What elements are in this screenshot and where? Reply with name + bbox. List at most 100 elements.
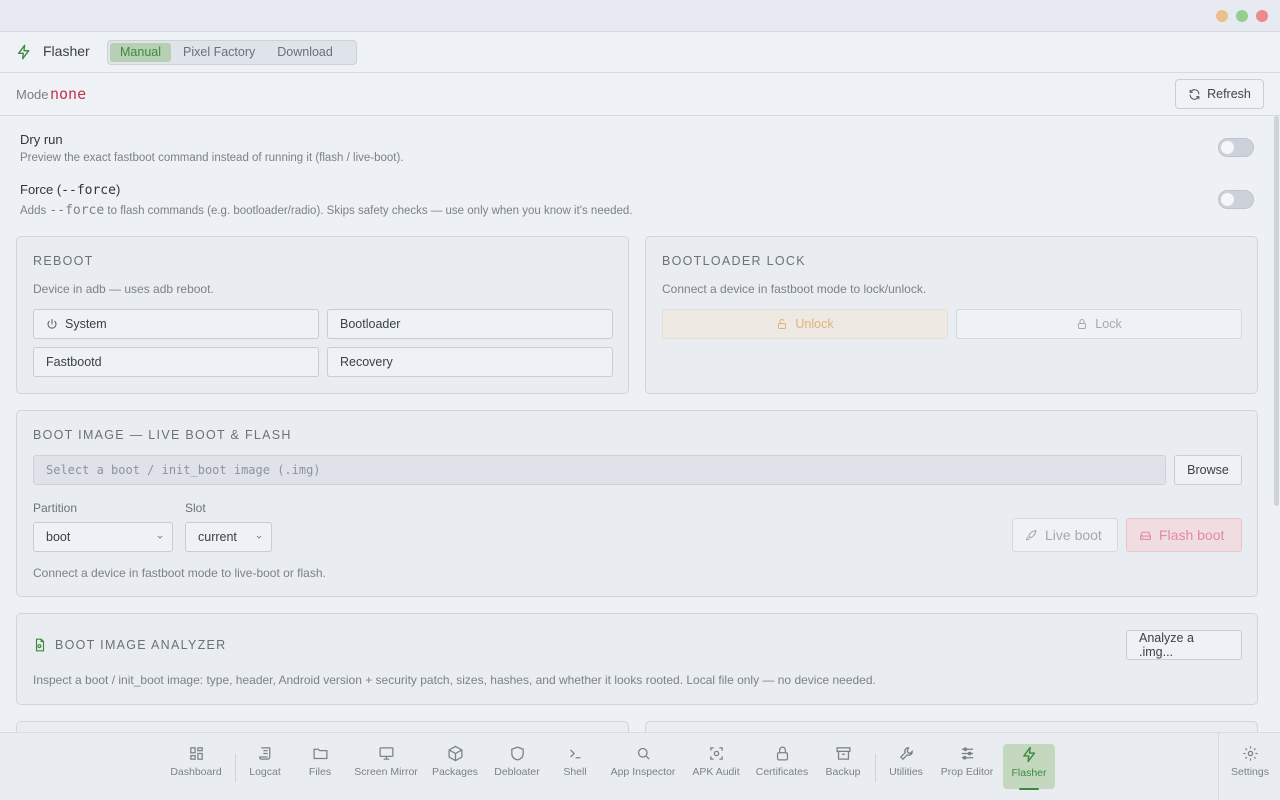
lock-icon: [776, 746, 788, 761]
vertical-scrollbar[interactable]: [1274, 116, 1279, 506]
scroll-icon: [258, 747, 270, 760]
slot-label: Slot: [185, 501, 206, 515]
cast-icon: [378, 747, 394, 760]
package-icon: [447, 745, 463, 762]
live-boot-button[interactable]: Live boot: [1012, 518, 1118, 552]
nav-label: Backup: [825, 766, 861, 778]
nav-label: Flasher: [1011, 767, 1047, 779]
reboot-fastbootd-label: Fastbootd: [46, 355, 102, 369]
nav-prop-editor[interactable]: Prop Editor: [941, 745, 993, 789]
bootloader-lock-title: BOOTLOADER LOCK: [662, 254, 806, 268]
nav-files[interactable]: Files: [306, 745, 334, 789]
nav-label: Utilities: [889, 766, 923, 778]
lock-label: Lock: [1095, 317, 1122, 331]
next-card-left: [16, 721, 629, 732]
nav-dashboard[interactable]: Dashboard: [170, 745, 222, 789]
nav-debloater[interactable]: Debloater: [494, 745, 540, 789]
nav-utilities[interactable]: Utilities: [888, 745, 924, 789]
mode-tabs: Manual Pixel Factory Download: [107, 40, 357, 65]
force-desc-suffix: to flash commands (e.g. bootloader/radio…: [104, 205, 633, 217]
nav-label: Prop Editor: [940, 766, 994, 778]
force-title-prefix: Force (: [20, 182, 62, 197]
dry-run-title: Dry run: [20, 132, 63, 147]
nav-apk-audit[interactable]: APK Audit: [692, 745, 740, 789]
close-button[interactable]: [1256, 10, 1268, 22]
bottom-nav: Dashboard Logcat Files Screen Mirror Pac…: [0, 732, 1280, 800]
dry-run-toggle[interactable]: [1218, 138, 1254, 157]
drive-icon: [1140, 531, 1151, 540]
nav-certificates[interactable]: Certificates: [756, 745, 808, 789]
boot-image-input[interactable]: Select a boot / init_boot image (.img): [33, 455, 1166, 485]
tab-download[interactable]: Download: [267, 43, 343, 62]
grid-icon: [189, 747, 203, 760]
boot-image-footer: Connect a device in fastboot mode to liv…: [33, 566, 326, 580]
nav-label: Logcat: [249, 766, 281, 778]
boot-image-title: BOOT IMAGE — LIVE BOOT & FLASH: [33, 428, 292, 442]
partition-label: Partition: [33, 501, 78, 515]
bootloader-lock-card: BOOTLOADER LOCK Connect a device in fast…: [645, 236, 1258, 394]
tab-pixel-factory[interactable]: Pixel Factory: [173, 43, 265, 62]
file-scan-icon: [35, 638, 45, 652]
minimize-button[interactable]: [1216, 10, 1228, 22]
nav-packages[interactable]: Packages: [431, 745, 479, 789]
slot-select[interactable]: current: [185, 522, 272, 552]
nav-label: Screen Mirror: [354, 766, 418, 778]
nav-backup[interactable]: Backup: [825, 745, 861, 789]
nav-divider: [875, 754, 876, 782]
reboot-title: REBOOT: [33, 254, 94, 268]
force-desc-code: --force: [49, 203, 105, 218]
flash-boot-button[interactable]: Flash boot: [1126, 518, 1242, 552]
partition-value: boot: [46, 530, 71, 544]
nav-screen-mirror[interactable]: Screen Mirror: [354, 745, 418, 789]
tab-manual[interactable]: Manual: [110, 43, 171, 62]
reboot-system-button[interactable]: System: [33, 309, 319, 339]
force-desc-prefix: Adds: [20, 205, 50, 217]
power-icon: [47, 319, 57, 329]
lock-button[interactable]: Lock: [956, 309, 1242, 339]
dry-run-row: Dry run Preview the exact fastboot comma…: [20, 132, 404, 164]
refresh-icon: [1189, 88, 1200, 100]
nav-app-inspector[interactable]: App Inspector: [610, 745, 676, 789]
archive-icon: [835, 747, 851, 760]
reboot-recovery-button[interactable]: Recovery: [327, 347, 613, 377]
active-indicator: [1019, 788, 1039, 790]
refresh-button[interactable]: Refresh: [1175, 79, 1264, 109]
settings-area: Settings: [1218, 733, 1280, 800]
maximize-button[interactable]: [1236, 10, 1248, 22]
lightning-icon: [1022, 746, 1035, 763]
main-content: Dry run Preview the exact fastboot comma…: [0, 116, 1280, 732]
slot-value: current: [198, 530, 237, 544]
force-toggle[interactable]: [1218, 190, 1254, 209]
wrench-icon: [899, 747, 913, 761]
unlock-icon: [778, 318, 787, 329]
reboot-card: REBOOT Device in adb — uses adb reboot. …: [16, 236, 629, 394]
nav-flasher[interactable]: Flasher: [1003, 744, 1055, 790]
app-header: Flasher Manual Pixel Factory Download: [0, 32, 1280, 73]
nav-settings[interactable]: Settings: [1231, 745, 1269, 789]
force-title: Force (--force): [20, 182, 633, 198]
nav-label: APK Audit: [692, 766, 740, 778]
nav-label: Shell: [563, 766, 587, 778]
analyze-label: Analyze a .img...: [1139, 631, 1194, 659]
nav-shell[interactable]: Shell: [562, 745, 588, 789]
nav-label: Files: [308, 766, 332, 778]
nav-logcat[interactable]: Logcat: [249, 745, 281, 789]
dry-run-desc: Preview the exact fastboot command inste…: [20, 152, 404, 164]
reboot-bootloader-button[interactable]: Bootloader: [327, 309, 613, 339]
nav-label: Certificates: [755, 766, 809, 778]
reboot-fastbootd-button[interactable]: Fastbootd: [33, 347, 319, 377]
flash-boot-label: Flash boot: [1159, 527, 1225, 543]
nav-label: Packages: [431, 766, 479, 778]
search-icon: [637, 747, 650, 760]
folder-icon: [312, 748, 328, 760]
live-boot-label: Live boot: [1045, 527, 1102, 543]
browse-button[interactable]: Browse: [1174, 455, 1242, 485]
analyze-button[interactable]: Analyze a .img...: [1126, 630, 1242, 660]
partition-select[interactable]: boot: [33, 522, 173, 552]
unlock-button[interactable]: Unlock: [662, 309, 948, 339]
next-card-right: [645, 721, 1258, 732]
nav-divider: [235, 754, 236, 782]
analyzer-title: BOOT IMAGE ANALYZER: [55, 638, 227, 652]
shield-icon: [510, 746, 524, 761]
reboot-system-label: System: [65, 317, 107, 331]
